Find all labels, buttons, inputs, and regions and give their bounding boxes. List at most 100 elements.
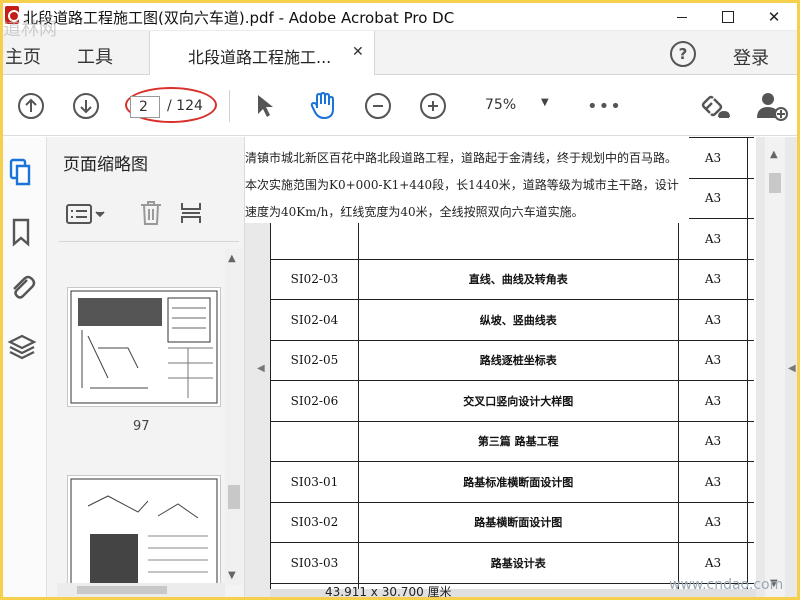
share-link-icon[interactable] xyxy=(700,91,730,121)
table-row: SI02-03 直线、曲线及转角表 A3 xyxy=(270,258,754,300)
trash-icon[interactable] xyxy=(139,199,163,227)
paper-size-cell: A3 xyxy=(677,461,749,503)
document-tab-label: 北段道路工程施工... xyxy=(188,48,332,67)
table-edge-cell xyxy=(747,137,754,179)
document-view[interactable]: A3 A3 A3 SI02-03 直线、曲线及转角表 A3 SI02-04 纵坡、竖曲线表 A3… xyxy=(245,137,797,597)
page-thumbnail[interactable] xyxy=(67,287,221,407)
table-edge-cell xyxy=(747,501,754,543)
table-edge-cell xyxy=(747,258,754,300)
thumbnail-options-icon[interactable] xyxy=(65,203,109,225)
chevron-down-icon: ▼ xyxy=(541,97,549,108)
insert-page-icon[interactable] xyxy=(179,199,203,227)
drawing-name-cell: 路基横断面设计图 xyxy=(357,501,679,543)
tab-tools[interactable]: 工具 xyxy=(77,43,113,69)
hand-tool-icon[interactable] xyxy=(308,91,338,121)
title-bar: 北段道路工程施工图(双向六车道).pdf - Adobe Acrobat Pro… xyxy=(3,3,797,31)
close-window-button[interactable] xyxy=(751,3,797,31)
tab-document[interactable]: 北段道路工程施工... ✕ xyxy=(149,31,375,75)
select-cursor-icon[interactable] xyxy=(253,92,277,120)
scroll-up-icon[interactable]: ▲ xyxy=(770,149,778,160)
next-page-icon[interactable] xyxy=(73,93,99,119)
scrollbar-thumb[interactable] xyxy=(769,173,781,193)
sign-in-link[interactable]: 登录 xyxy=(733,44,769,70)
document-scrollbar[interactable]: ▲ ▼ xyxy=(765,137,785,597)
project-description-text: 清镇市城北新区百花中路北段道路工程，道路起于金清线，终于规划中的百马路。本次实施… xyxy=(245,151,679,219)
horizontal-scrollbar[interactable] xyxy=(57,583,225,597)
thumbnail-scrollbar[interactable]: ▲ ▼ xyxy=(225,249,243,585)
paper-size-cell: A3 xyxy=(677,380,749,422)
drawing-name-cell: 第三篇 路基工程 xyxy=(357,420,679,462)
navigation-rail xyxy=(3,137,47,597)
thumbnail-label: 97 xyxy=(133,419,150,434)
page-thumbnails-panel: 页面缩略图 97 ▲ ▼ xyxy=(47,137,245,597)
drawing-name-cell: 直线、曲线及转角表 xyxy=(357,258,679,300)
table-edge-cell xyxy=(747,420,754,462)
project-description: 清镇市城北新区百花中路北段道路工程，道路起于金清线，终于规划中的百马路。本次实施… xyxy=(245,137,689,223)
more-tools-icon[interactable]: ••• xyxy=(587,96,622,117)
minimize-button[interactable] xyxy=(659,3,705,31)
watermark-url: www.cndao.com xyxy=(669,577,784,593)
scroll-up-icon[interactable]: ▲ xyxy=(228,253,236,264)
zoom-level-dropdown[interactable]: 75% ▼ xyxy=(475,94,557,118)
drawing-code-cell: SI03-01 xyxy=(270,461,359,503)
drawing-code-cell: SI03-02 xyxy=(270,501,359,543)
bookmark-icon[interactable] xyxy=(7,217,37,247)
drawing-code-cell xyxy=(270,420,359,462)
paper-size-cell: A3 xyxy=(677,501,749,543)
paper-size-cell: A3 xyxy=(677,339,749,381)
collapse-panel-icon[interactable]: ◀ xyxy=(257,363,265,374)
watermark-logo-text: 道林网 xyxy=(3,19,57,40)
table-edge-cell xyxy=(747,218,754,260)
drawing-code-cell: SI02-04 xyxy=(270,299,359,341)
table-row: SI02-04 纵坡、竖曲线表 A3 xyxy=(270,299,754,341)
window-title: 北段道路工程施工图(双向六车道).pdf - Adobe Acrobat Pro… xyxy=(23,9,455,27)
table-row: 第三篇 路基工程 A3 xyxy=(270,420,754,462)
scroll-down-icon[interactable]: ▼ xyxy=(228,570,236,581)
acrobat-window: 北段道路工程施工图(双向六车道).pdf - Adobe Acrobat Pro… xyxy=(3,3,797,597)
page-total: / 124 xyxy=(167,98,203,114)
tab-home[interactable]: 主页 xyxy=(5,43,41,69)
attachment-icon[interactable] xyxy=(7,272,37,302)
drawing-name-cell: 路线逐桩坐标表 xyxy=(357,339,679,381)
previous-page-icon[interactable] xyxy=(18,93,44,119)
drawing-name-cell: 路基标准横断面设计图 xyxy=(357,461,679,503)
paper-size-cell: A3 xyxy=(677,420,749,462)
drawing-code-cell: SI02-06 xyxy=(270,380,359,422)
page-number-input[interactable] xyxy=(130,96,160,118)
toolbar-divider xyxy=(229,90,230,122)
paper-size-cell: A3 xyxy=(677,258,749,300)
expand-panel-icon[interactable]: ◀ xyxy=(788,363,796,374)
tab-bar: 主页 工具 北段道路工程施工... ✕ ? 登录 xyxy=(3,31,797,75)
main-toolbar: / 124 75% ▼ ••• xyxy=(3,76,797,136)
maximize-button[interactable] xyxy=(705,3,751,31)
paper-size-cell: A3 xyxy=(677,299,749,341)
thumbnail-toolbar xyxy=(59,193,239,233)
zoom-out-icon[interactable] xyxy=(365,93,391,119)
table-edge-cell xyxy=(747,380,754,422)
zoom-in-icon[interactable] xyxy=(420,93,446,119)
table-edge-cell xyxy=(747,177,754,219)
table-edge-cell xyxy=(747,339,754,381)
page-size-label: 43.911 x 30.700 厘米 xyxy=(325,585,452,597)
table-row: SI02-05 路线逐桩坐标表 A3 xyxy=(270,339,754,381)
drawing-name-cell: 纵坡、竖曲线表 xyxy=(357,299,679,341)
zoom-level-value: 75% xyxy=(485,97,517,113)
drawing-code-cell: SI03-03 xyxy=(270,542,359,584)
layers-icon[interactable] xyxy=(7,332,37,362)
drawing-name-cell: 交叉口竖向设计大样图 xyxy=(357,380,679,422)
panel-divider xyxy=(59,241,239,242)
close-tab-icon[interactable]: ✕ xyxy=(352,44,364,60)
table-row: SI03-01 路基标准横断面设计图 A3 xyxy=(270,461,754,503)
table-edge-cell xyxy=(747,461,754,503)
help-icon[interactable]: ? xyxy=(670,41,696,67)
scrollbar-thumb[interactable] xyxy=(228,485,240,509)
page-thumbnails-icon[interactable] xyxy=(7,157,37,187)
drawing-name-cell: 路基设计表 xyxy=(357,542,679,584)
table-edge-cell xyxy=(747,299,754,341)
table-row: SI02-06 交叉口竖向设计大样图 A3 xyxy=(270,380,754,422)
page-thumbnail[interactable] xyxy=(67,475,221,595)
scrollbar-thumb[interactable] xyxy=(77,586,167,594)
paper-size-cell: A3 xyxy=(677,218,749,260)
add-user-icon[interactable] xyxy=(755,90,789,122)
table-row: SI03-02 路基横断面设计图 A3 xyxy=(270,501,754,543)
